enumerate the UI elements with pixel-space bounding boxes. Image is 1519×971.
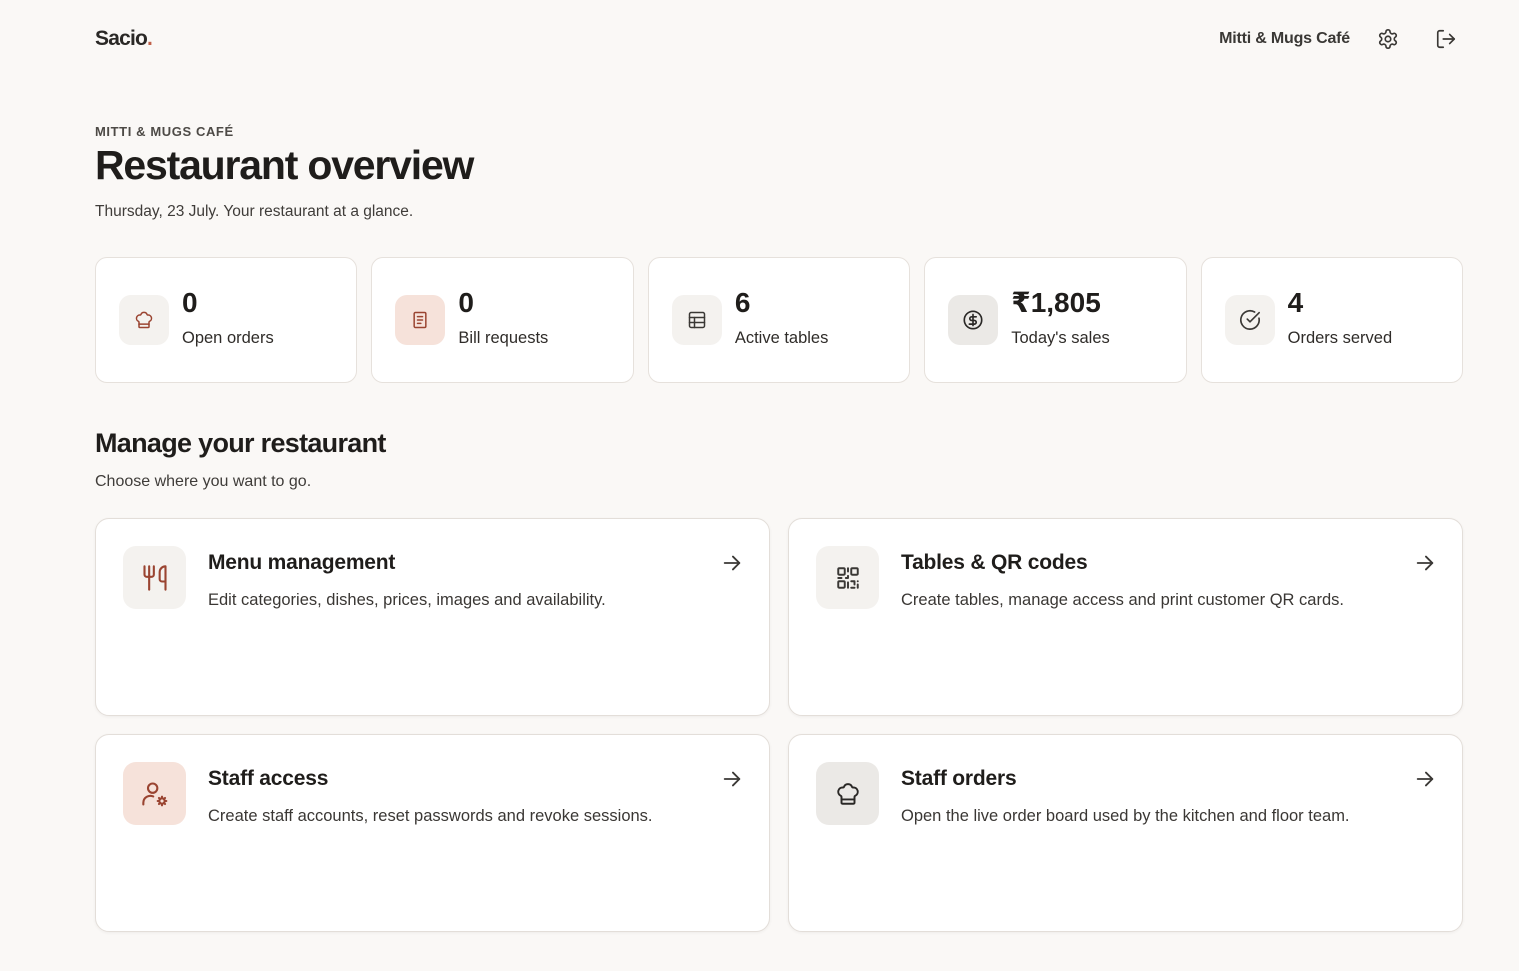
card-description: Edit categories, dishes, prices, images …	[208, 591, 606, 609]
menu-management-card[interactable]: Menu management Edit categories, dishes,…	[95, 518, 770, 716]
chef-hat-icon	[135, 311, 153, 329]
gear-icon	[1378, 29, 1398, 49]
stat-icon-wrap	[671, 295, 722, 345]
utensils-icon	[142, 564, 167, 591]
card-description: Create tables, manage access and print c…	[901, 591, 1344, 609]
stat-value: 0	[458, 286, 474, 318]
stats-row: 0 Open orders 0 Bill requests 6 Active t…	[95, 257, 1464, 383]
table-icon	[688, 311, 706, 329]
receipt-icon	[413, 311, 427, 329]
card-icon-wrap	[816, 546, 879, 609]
stat-orders-served: 4 Orders served	[1200, 257, 1464, 383]
currency-icon	[963, 310, 983, 330]
section-subtitle: Choose where you want to go.	[95, 473, 312, 490]
card-description: Open the live order board used by the ki…	[901, 807, 1350, 825]
card-title: Staff orders	[901, 767, 1017, 790]
top-bar-actions: Mitti & Mugs Café	[1219, 23, 1462, 55]
stat-todays-sales: ₹1,805 Today's sales	[924, 257, 1187, 383]
stat-value: ₹1,805	[1011, 286, 1101, 318]
staff-access-card[interactable]: Staff access Create staff accounts, rese…	[95, 734, 770, 932]
card-icon-wrap	[816, 762, 879, 825]
manage-cards: Menu management Edit categories, dishes,…	[95, 518, 1463, 932]
stat-active-tables: 6 Active tables	[647, 257, 911, 383]
stat-icon-wrap	[948, 295, 999, 345]
card-icon-wrap	[123, 762, 186, 825]
page-title: Restaurant overview	[95, 142, 474, 188]
user-cog-icon	[141, 781, 167, 806]
stat-icon-wrap	[395, 295, 446, 345]
logout-icon	[1436, 29, 1456, 49]
stat-value: 6	[734, 286, 751, 318]
stat-open-orders: 0 Open orders	[95, 257, 358, 383]
stat-label: Open orders	[182, 328, 274, 347]
page-subtitle: Thursday, 23 July. Your restaurant at a …	[95, 203, 414, 220]
brand-logo[interactable]: Sacio.	[95, 27, 153, 51]
staff-orders-card[interactable]: Staff orders Open the live order board u…	[788, 734, 1463, 932]
restaurant-name: Mitti & Mugs Café	[1219, 30, 1350, 47]
section-title: Manage your restaurant	[95, 428, 386, 458]
stat-bill-requests: 0 Bill requests	[371, 257, 634, 383]
stat-value: 4	[1287, 286, 1304, 318]
stat-label: Active tables	[734, 328, 829, 347]
card-icon-wrap	[123, 546, 186, 609]
stat-label: Today's sales	[1011, 328, 1110, 347]
arrow-right-icon	[723, 555, 741, 571]
stat-label: Orders served	[1287, 328, 1393, 347]
settings-button[interactable]	[1372, 23, 1404, 55]
chef-hat-icon	[836, 782, 859, 805]
restaurant-eyebrow: MITTI & MUGS CAFÉ	[95, 124, 234, 139]
card-title: Tables & QR codes	[901, 551, 1088, 574]
brand-dot: .	[147, 27, 153, 50]
top-bar: Sacio. Mitti & Mugs Café	[95, 22, 1462, 56]
stat-value: 0	[182, 286, 198, 318]
qr-code-icon	[836, 566, 859, 589]
card-description: Create staff accounts, reset passwords a…	[208, 807, 653, 825]
stat-icon-wrap	[119, 295, 169, 345]
card-title: Staff access	[208, 767, 329, 790]
card-title: Menu management	[208, 551, 396, 574]
stat-label: Bill requests	[458, 328, 549, 347]
stat-icon-wrap	[1224, 295, 1275, 345]
arrow-right-icon	[723, 771, 741, 787]
tables-qr-card[interactable]: Tables & QR codes Create tables, manage …	[788, 518, 1463, 716]
brand-name: Sacio	[95, 27, 148, 50]
arrow-right-icon	[1416, 771, 1434, 787]
arrow-right-icon	[1416, 555, 1434, 571]
logout-button[interactable]	[1430, 23, 1462, 55]
check-circle-icon	[1239, 309, 1260, 330]
